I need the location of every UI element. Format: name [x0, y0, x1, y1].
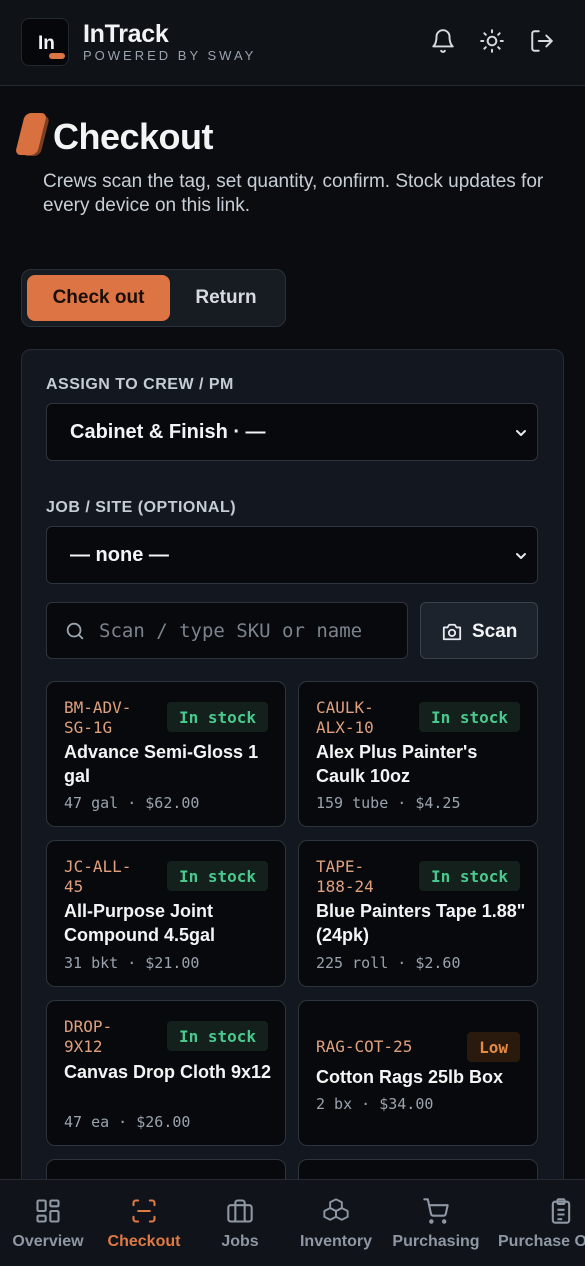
nav-label: Checkout — [107, 1233, 181, 1250]
nav-jobs[interactable]: Jobs — [192, 1180, 288, 1266]
chevron-down-icon — [516, 553, 526, 559]
crew-select[interactable]: Cabinet & Finish · — — [46, 403, 538, 461]
product-card[interactable]: DROP- 9X12 In stock Canvas Drop Cloth 9x1… — [46, 1000, 286, 1146]
nav-label: Purchasing — [392, 1233, 480, 1250]
stock-badge: In stock — [166, 1021, 268, 1051]
product-sku: DROP- 9X12 — [64, 1017, 113, 1056]
product-sku: RAG-COT-25 — [316, 1037, 413, 1056]
clipboard-icon — [551, 1198, 571, 1224]
product-name: Advance Semi-Gloss 1 gal — [64, 742, 259, 786]
mode-toggle: Check out Return — [21, 269, 286, 327]
job-select-value: — none — — [70, 543, 169, 566]
product-sku: JC-ALL- 45 — [64, 857, 132, 896]
product-sku: BM-ADV- SG-1G — [64, 698, 132, 737]
search-input[interactable] — [99, 615, 399, 647]
nav-purchasing[interactable]: Purchasing — [384, 1180, 488, 1266]
product-name: Blue Painters Tape 1.88" (24pk) — [316, 901, 526, 945]
logo-text: In — [38, 33, 55, 54]
product-card[interactable]: CAULK- ALX-10 In stock Alex Plus Painter'… — [298, 681, 538, 827]
search-icon — [66, 622, 84, 640]
nav-label: Inventory — [299, 1233, 372, 1250]
scan-icon — [132, 1199, 156, 1223]
scan-button[interactable]: Scan — [420, 602, 538, 659]
nav-label: Jobs — [221, 1233, 259, 1250]
app-logo: In — [21, 18, 69, 66]
cart-icon — [423, 1198, 449, 1224]
nav-checkout[interactable]: Checkout — [96, 1180, 192, 1266]
stock-badge: In stock — [418, 861, 520, 891]
stock-badge: In stock — [166, 861, 268, 891]
app-title: InTrack — [83, 20, 169, 48]
briefcase-icon — [227, 1199, 253, 1223]
product-meta: 47 gal · $62.00 — [64, 794, 200, 812]
camera-icon — [442, 623, 462, 641]
logo-accent — [49, 53, 65, 59]
page-description: Crews scan the tag, set quantity, confir… — [43, 171, 544, 216]
scan-button-label: Scan — [472, 621, 518, 642]
bell-icon[interactable] — [430, 28, 456, 54]
chevron-down-icon — [516, 430, 526, 436]
sun-icon[interactable] — [479, 28, 505, 54]
search-field — [46, 602, 408, 659]
job-select[interactable]: — none — — [46, 526, 538, 584]
stock-badge: In stock — [418, 702, 520, 732]
product-name: Alex Plus Painter's Caulk 10oz — [316, 742, 478, 786]
product-meta: 2 bx · $34.00 — [316, 1095, 434, 1113]
stock-badge: In stock — [166, 702, 268, 732]
stock-badge: Low — [467, 1032, 520, 1062]
page-title: Checkout — [53, 116, 214, 157]
product-name: Canvas Drop Cloth 9x12 — [64, 1062, 272, 1082]
crew-label: ASSIGN TO CREW / PM — [46, 376, 234, 393]
product-card[interactable]: TAPE- 188-24 In stock Blue Painters Tape … — [298, 840, 538, 987]
product-sku: CAULK- ALX-10 — [316, 698, 374, 737]
product-meta: 225 roll · $2.60 — [316, 954, 461, 972]
top-bar: In InTrack POWERED BY SWAY — [0, 0, 585, 86]
product-meta: 47 ea · $26.00 — [64, 1113, 191, 1131]
product-meta: 159 tube · $4.25 — [316, 794, 461, 812]
checkout-mode-button[interactable]: Check out — [27, 275, 170, 321]
nav-label: Purchase O — [498, 1233, 585, 1250]
job-label: JOB / SITE (OPTIONAL) — [46, 499, 237, 516]
product-card[interactable]: JC-ALL- 45 In stock All-Purpose Joint Com… — [46, 840, 286, 987]
app-subtitle: POWERED BY SWAY — [83, 48, 257, 63]
return-mode-button[interactable]: Return — [172, 275, 280, 321]
product-card[interactable]: RAG-COT-25 Low Cotton Rags 25lb Box 2 bx… — [298, 1000, 538, 1146]
product-name: Cotton Rags 25lb Box — [316, 1067, 504, 1087]
product-card[interactable]: BM-ADV- SG-1G In stock Advance Semi-Gloss… — [46, 681, 286, 827]
nav-overview[interactable]: Overview — [0, 1180, 96, 1266]
grid-icon — [36, 1199, 60, 1223]
product-name: All-Purpose Joint Compound 4.5gal — [64, 901, 216, 945]
nav-purchase-orders[interactable]: Purchase O — [494, 1180, 585, 1266]
logout-icon[interactable] — [529, 28, 555, 54]
product-sku: TAPE- 188-24 — [316, 857, 374, 896]
nav-inventory[interactable]: Inventory — [288, 1180, 384, 1266]
crew-select-value: Cabinet & Finish · — — [70, 420, 266, 443]
product-meta: 31 bkt · $21.00 — [64, 954, 200, 972]
bottom-nav: Overview Checkout Jobs Inventory Purchas… — [0, 1179, 585, 1266]
nav-label: Overview — [12, 1233, 84, 1250]
boxes-icon — [323, 1198, 349, 1221]
